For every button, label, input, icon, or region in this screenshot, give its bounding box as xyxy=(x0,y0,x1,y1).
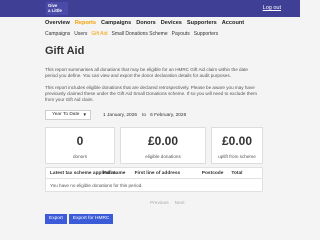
intro-paragraph: This report summarises all donations tha… xyxy=(45,67,248,78)
subnav-campaigns[interactable]: Campaigns xyxy=(45,31,70,37)
col-address[interactable]: First line of address xyxy=(135,171,194,176)
eligible-label: eligible donations xyxy=(145,154,181,159)
empty-row: You have no eligible donations for this … xyxy=(50,182,143,188)
range-select-value: Year To Date xyxy=(52,112,80,117)
notice-paragraph: This report includes eligible donations … xyxy=(45,85,257,102)
export-hmrc-button[interactable]: Export for HMRC xyxy=(68,214,114,224)
next-page-link[interactable]: Next xyxy=(175,201,185,206)
uplift-value: £0.00 xyxy=(221,134,253,148)
to-label: to xyxy=(142,112,147,118)
eligible-value: £0.00 xyxy=(147,134,179,148)
start-date-field[interactable]: 1 January, 2026 xyxy=(103,113,137,118)
nav-campaigns[interactable]: Campaigns xyxy=(101,20,131,26)
uplift-label: uplift from scheme xyxy=(218,154,256,159)
nav-account[interactable]: Account xyxy=(222,20,244,26)
logout-link[interactable]: Log out xyxy=(263,5,281,11)
donations-table: Latest tax scheme applied at Full name F… xyxy=(45,167,263,192)
col-total[interactable]: Total xyxy=(231,171,262,176)
export-actions: Export Export for HMRC xyxy=(45,214,115,224)
main-nav: Overview Reports Campaigns Donors Device… xyxy=(45,17,255,29)
col-tax-scheme[interactable]: Latest tax scheme applied at xyxy=(46,171,115,176)
subnav-small-donations[interactable]: Small Donations Scheme xyxy=(111,31,167,37)
uplift-card: £0.00 uplift from scheme xyxy=(211,127,263,164)
nav-donors[interactable]: Donors xyxy=(136,20,156,26)
nav-devices[interactable]: Devices xyxy=(161,20,182,26)
table-header: Latest tax scheme applied at Full name F… xyxy=(46,168,262,179)
end-date-field[interactable]: 6 February, 2026 xyxy=(150,113,186,118)
brand-logo[interactable]: Give a Little xyxy=(46,2,68,15)
sub-nav: Campaigns Users Gift Aid Small Donations… xyxy=(45,29,255,38)
range-select[interactable]: Year To Date ▼ xyxy=(45,110,91,120)
previous-page-link[interactable]: Previous xyxy=(150,201,169,206)
donors-card: 0 donors xyxy=(45,127,115,164)
date-filters: Year To Date ▼ 1 January, 2026 to 6 Febr… xyxy=(45,110,186,120)
nav-overview[interactable]: Overview xyxy=(45,20,70,26)
donors-label: donors xyxy=(72,154,88,159)
nav-reports[interactable]: Reports xyxy=(75,20,96,26)
eligible-card: £0.00 eligible donations xyxy=(120,127,206,164)
subnav-gift-aid[interactable]: Gift Aid xyxy=(91,31,107,37)
logo-line-2: a Little xyxy=(48,8,62,13)
subnav-supporters[interactable]: Supporters xyxy=(194,31,218,37)
col-postcode[interactable]: Postcode xyxy=(194,171,232,176)
col-full-name[interactable]: Full name xyxy=(103,171,135,176)
nav-supporters[interactable]: Supporters xyxy=(187,20,217,26)
export-button[interactable]: Export xyxy=(45,214,67,224)
top-bar: Give a Little Log out xyxy=(0,0,300,17)
pagination: Previous Next xyxy=(150,201,191,206)
subnav-users[interactable]: Users xyxy=(74,31,87,37)
chevron-down-icon: ▼ xyxy=(82,112,87,117)
subnav-payouts[interactable]: Payouts xyxy=(172,31,190,37)
page-title: Gift Aid xyxy=(45,45,85,57)
donors-value: 0 xyxy=(76,134,84,148)
